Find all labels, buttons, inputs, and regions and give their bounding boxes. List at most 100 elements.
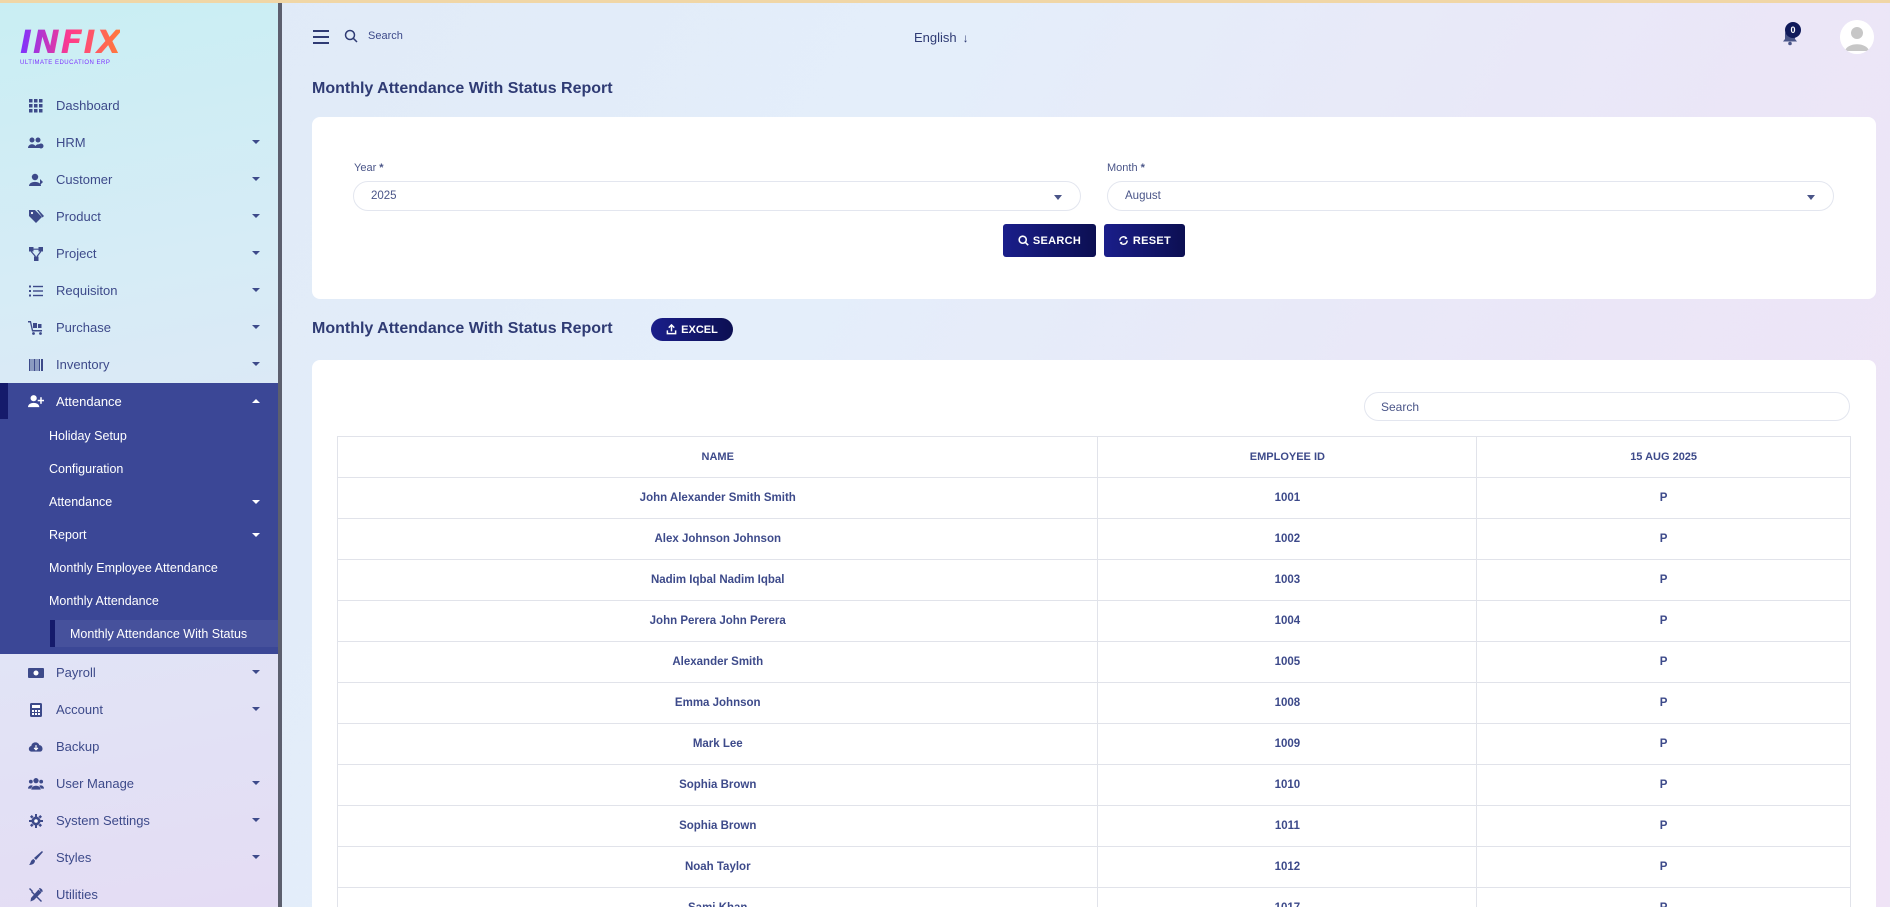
header-search-input[interactable] [368, 30, 528, 42]
header-search [344, 25, 544, 47]
excel-export-button[interactable]: EXCEL [651, 318, 733, 341]
project-icon [28, 246, 44, 262]
hamburger-menu-icon[interactable] [313, 30, 329, 44]
table-row: Sophia Brown 1010 P [336, 764, 1851, 806]
sidebar-item-user-manage[interactable]: User Manage [0, 765, 278, 802]
table-row: Noah Taylor 1012 P [336, 846, 1851, 888]
cell-name: Alex Johnson Johnson [336, 518, 1099, 560]
sidebar-item-purchase[interactable]: Purchase [0, 309, 278, 346]
chevron-down-icon [1054, 195, 1062, 200]
column-header-name[interactable]: NAME [336, 436, 1099, 478]
language-selector[interactable]: English ↓ [914, 30, 969, 45]
sidebar-nav: Dashboard HRM Customer Product Project Requis… [0, 87, 278, 907]
cell-employee-id: 1005 [1097, 641, 1478, 683]
submenu-item-label: Monthly Attendance With Status [70, 626, 248, 641]
sidebar-item-product[interactable]: Product [0, 198, 278, 235]
sidebar-item-attendance[interactable]: Attendance [0, 383, 278, 419]
sidebar-item-label: Inventory [56, 357, 110, 372]
table-row: Mark Lee 1009 P [336, 723, 1851, 765]
submenu-item-label: Monthly Employee Attendance [49, 560, 218, 575]
cloud-download-icon [28, 739, 44, 755]
table-body: John Alexander Smith Smith 1001 P Alex John… [336, 477, 1851, 907]
report-title: Monthly Attendance With Status Report [312, 320, 613, 337]
reset-button[interactable]: RESET [1104, 224, 1185, 257]
year-label: Year * [354, 162, 384, 174]
sidebar-item-label: Product [56, 209, 101, 224]
chevron-down-icon [252, 214, 260, 218]
chevron-down-icon [252, 325, 260, 329]
sidebar-item-system-settings[interactable]: System Settings [0, 802, 278, 839]
sidebar-item-label: Purchase [56, 320, 111, 335]
table-row: John Alexander Smith Smith 1001 P [336, 477, 1851, 519]
submenu-item-monthly-attendance[interactable]: Monthly Attendance [0, 584, 278, 617]
cell-status: P [1476, 600, 1851, 642]
cart-icon [28, 320, 44, 336]
upload-icon [666, 324, 677, 335]
sidebar-item-label: Utilities [56, 887, 98, 902]
sidebar: INFIX ULTIMATE EDUCATION ERP Dashboard HR… [0, 3, 282, 907]
sidebar-item-utilities[interactable]: Utilities [0, 876, 278, 907]
search-button[interactable]: SEARCH [1003, 224, 1096, 257]
column-header-employee-id[interactable]: EMPLOYEE ID [1097, 436, 1478, 478]
report-table-card: NAME EMPLOYEE ID 15 AUG 2025 John Alexan… [312, 360, 1876, 907]
cell-employee-id: 1004 [1097, 600, 1478, 642]
search-icon [1018, 235, 1029, 246]
cell-name: John Perera John Perera [336, 600, 1099, 642]
avatar[interactable] [1840, 20, 1874, 54]
sidebar-item-inventory[interactable]: Inventory [0, 346, 278, 383]
cell-status: P [1476, 846, 1851, 888]
sidebar-item-styles[interactable]: Styles [0, 839, 278, 876]
month-select[interactable]: August [1107, 181, 1834, 211]
sidebar-item-customer[interactable]: Customer [0, 161, 278, 198]
year-value: 2025 [371, 190, 397, 202]
gear-icon [28, 813, 44, 829]
sidebar-item-account[interactable]: Account [0, 691, 278, 728]
chevron-down-icon [252, 140, 260, 144]
refresh-icon [1119, 236, 1128, 245]
sidebar-item-backup[interactable]: Backup [0, 728, 278, 765]
tag-icon [28, 209, 44, 225]
sidebar-item-label: HRM [56, 135, 86, 150]
table-row: Sami Khan1017P [336, 887, 1851, 907]
sidebar-item-project[interactable]: Project [0, 235, 278, 272]
brush-icon [28, 850, 44, 866]
sidebar-item-requisiton[interactable]: Requisiton [0, 272, 278, 309]
chevron-down-icon [252, 781, 260, 785]
sidebar-item-dashboard[interactable]: Dashboard [0, 87, 278, 124]
page-title: Monthly Attendance With Status Report [312, 80, 613, 97]
cell-status: P [1476, 682, 1851, 724]
language-label: English [914, 30, 957, 45]
submenu-item-monthly-employee-attendance[interactable]: Monthly Employee Attendance [0, 551, 278, 584]
chevron-down-icon [252, 177, 260, 181]
cell-status: P [1476, 764, 1851, 806]
submenu-item-monthly-attendance-with-status[interactable]: Monthly Attendance With Status [0, 617, 278, 650]
table-row: Sophia Brown 1011 P [336, 805, 1851, 847]
chevron-down-icon [252, 670, 260, 674]
submenu-item-report[interactable]: Report [0, 518, 278, 551]
chevron-down-icon [252, 399, 260, 403]
sidebar-item-label: Backup [56, 739, 100, 754]
chevron-down-icon [252, 707, 260, 711]
year-select[interactable]: 2025 [353, 181, 1081, 211]
chevron-down-icon [252, 362, 260, 366]
sidebar-item-label: Payroll [56, 665, 96, 680]
month-label: Month * [1107, 162, 1145, 174]
sidebar-item-label: Dashboard [56, 98, 120, 113]
filter-card: Year * 2025 Month * August SEARCH RESET [312, 117, 1876, 299]
brand-logo[interactable]: INFIX ULTIMATE EDUCATION ERP [20, 25, 121, 69]
cell-name: Mark Lee [336, 723, 1099, 765]
table-header-row: NAME EMPLOYEE ID 15 AUG 2025 [336, 436, 1851, 478]
cell-name: Sophia Brown [336, 764, 1099, 806]
submenu-item-attendance[interactable]: Attendance [0, 485, 278, 518]
table-search-input[interactable] [1364, 392, 1850, 421]
money-icon [28, 665, 44, 681]
cell-employee-id: 1002 [1097, 518, 1478, 560]
submenu-item-holiday-setup[interactable]: Holiday Setup [0, 419, 278, 452]
table-row: Nadim Iqbal Nadim Iqbal 1003 P [336, 559, 1851, 601]
sidebar-item-hrm[interactable]: HRM [0, 124, 278, 161]
cell-name: Sami Khan [336, 887, 1099, 907]
sidebar-item-payroll[interactable]: Payroll [0, 654, 278, 691]
cell-employee-id: 1012 [1097, 846, 1478, 888]
submenu-item-configuration[interactable]: Configuration [0, 452, 278, 485]
column-header-date[interactable]: 15 AUG 2025 [1476, 436, 1851, 478]
